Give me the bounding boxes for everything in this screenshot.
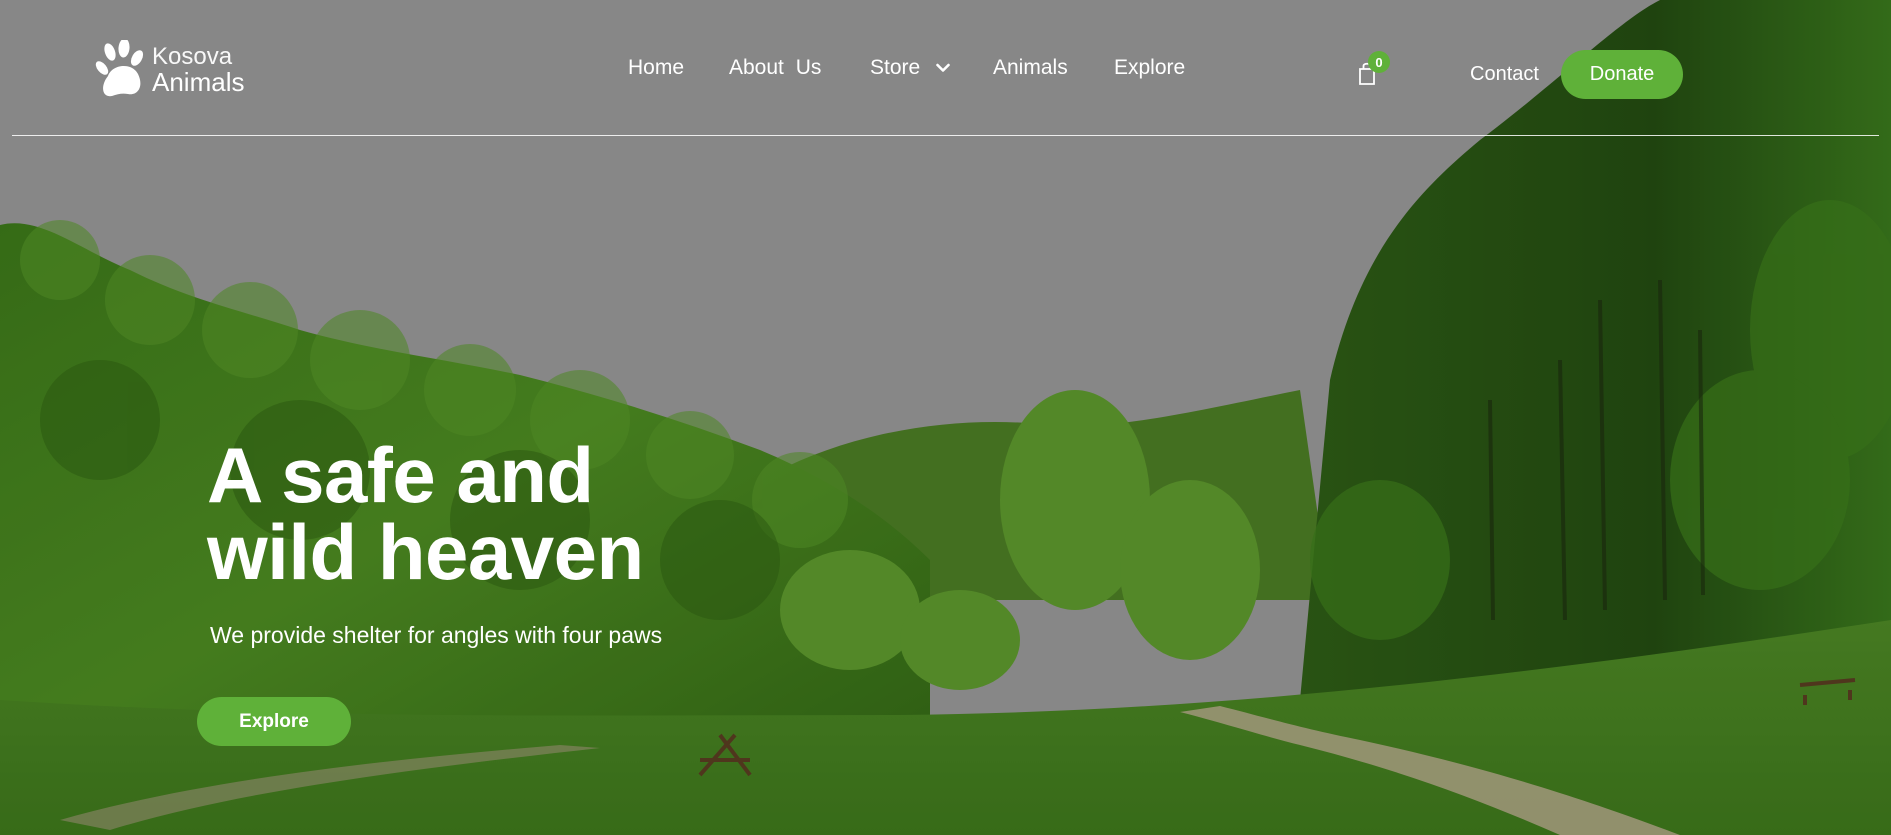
- brand-name-line2: Animals: [152, 66, 245, 97]
- hero-title: A safe and wild heaven: [207, 431, 644, 596]
- brand-name-line1: Kosova: [152, 42, 233, 70]
- brand-logo[interactable]: Kosova Animals: [94, 40, 244, 100]
- contact-link[interactable]: Contact: [1470, 63, 1539, 86]
- hero-subtitle: We provide shelter for angles with four …: [210, 622, 663, 648]
- paw-icon: [95, 40, 144, 97]
- hero-title-line1: A safe and: [207, 431, 594, 519]
- nav-item-home[interactable]: Home: [628, 56, 684, 80]
- site-header: Kosova Animals Home About Us Store Anima…: [0, 0, 1891, 136]
- header-divider: [12, 135, 1879, 136]
- cart-count-badge: 0: [1368, 51, 1390, 73]
- donate-button[interactable]: Donate: [1561, 50, 1683, 99]
- nav-item-store-label: Store: [870, 56, 921, 79]
- nav-item-store[interactable]: Store: [870, 56, 950, 80]
- nav-item-explore[interactable]: Explore: [1114, 56, 1185, 80]
- nav-item-about-us[interactable]: About Us: [729, 56, 821, 80]
- nav-item-animals[interactable]: Animals: [993, 56, 1068, 80]
- cart-button[interactable]: 0: [1355, 51, 1390, 88]
- hero-title-line2: wild heaven: [207, 508, 644, 596]
- chevron-down-icon: [936, 64, 950, 73]
- hero-explore-button[interactable]: Explore: [197, 697, 351, 746]
